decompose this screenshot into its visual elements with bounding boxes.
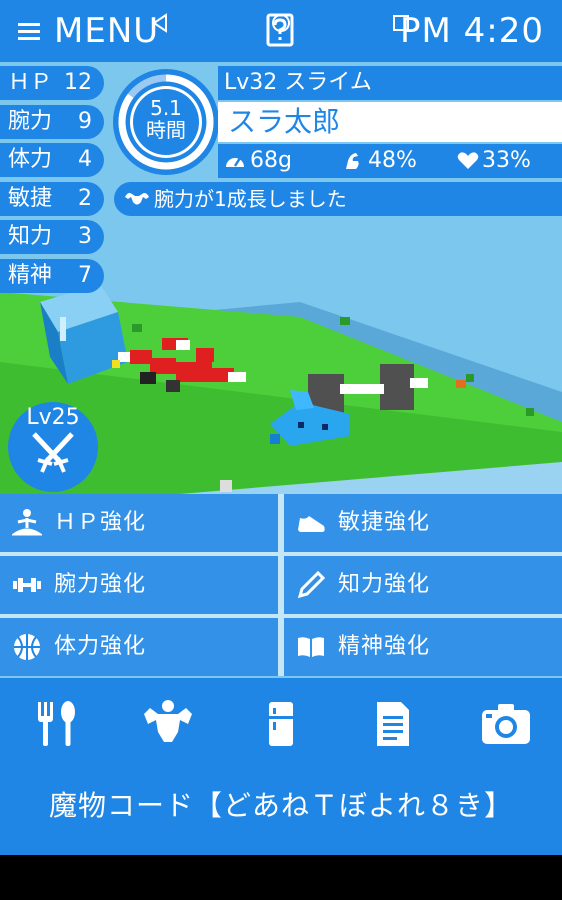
- gauge-value: 5.1: [150, 96, 182, 120]
- stat-agility: 敏捷 2: [0, 182, 104, 216]
- spirit-training-button[interactable]: 精神強化: [284, 618, 562, 676]
- recents-icon[interactable]: [389, 11, 413, 35]
- ball-icon: [14, 634, 40, 660]
- agility-training-button[interactable]: 敏捷強化: [284, 494, 562, 552]
- growth-message: 腕力が1成長しました: [114, 182, 562, 216]
- book-icon: [298, 637, 324, 657]
- stat-hp: ＨＰ 12: [0, 66, 104, 100]
- monster-name[interactable]: スラ太郎: [218, 102, 562, 142]
- fridge-icon[interactable]: [251, 698, 311, 750]
- heart-hand-icon: [457, 152, 479, 169]
- fork-spoon-icon[interactable]: [26, 698, 86, 750]
- stat-intelligence: 知力 3: [0, 220, 104, 254]
- scale-icon: [226, 157, 244, 167]
- monster-level: Lv32 スライム: [218, 66, 562, 100]
- clock: PM 4:20: [400, 11, 544, 51]
- menu-icon[interactable]: [18, 22, 40, 40]
- hp-training-button[interactable]: ＨＰ強化: [0, 494, 278, 552]
- pencil-icon: [297, 570, 326, 599]
- muscle-icon: [125, 193, 149, 205]
- arm-icon: [346, 153, 359, 169]
- battle-level-label: Lv25: [26, 405, 80, 430]
- shoe-icon: [298, 516, 325, 532]
- strength-training-button[interactable]: 腕力強化: [0, 556, 278, 614]
- meditation-icon: [12, 509, 42, 536]
- stat-strength: 腕力 9: [0, 105, 104, 139]
- monster-code: 魔物コード【どあねＴぼよれ８き】: [48, 789, 513, 822]
- dumbbell-icon: [13, 578, 41, 592]
- gauge-label: 5.1 時間: [112, 97, 220, 141]
- gauge-unit: 時間: [146, 118, 186, 142]
- home-icon[interactable]: [269, 11, 293, 35]
- muscle-button-icon[interactable]: [138, 698, 198, 750]
- menu-button[interactable]: MENU: [54, 10, 159, 52]
- crossed-swords-icon: [32, 432, 74, 473]
- stamina-training-button[interactable]: 体力強化: [0, 618, 278, 676]
- stat-spirit: 精神 7: [0, 259, 104, 293]
- back-icon[interactable]: [148, 11, 172, 35]
- training-grid: ＨＰ強化 敏捷強化 腕力強化 知力強化 体力強化 精神強化: [0, 494, 562, 676]
- document-icon[interactable]: [363, 698, 423, 750]
- navigation-bar: [0, 855, 562, 900]
- intelligence-training-button[interactable]: 知力強化: [284, 556, 562, 614]
- monster-status-row: 68g 48% 33%: [218, 144, 562, 178]
- camera-icon[interactable]: [476, 698, 536, 750]
- stat-stamina: 体力 4: [0, 143, 104, 177]
